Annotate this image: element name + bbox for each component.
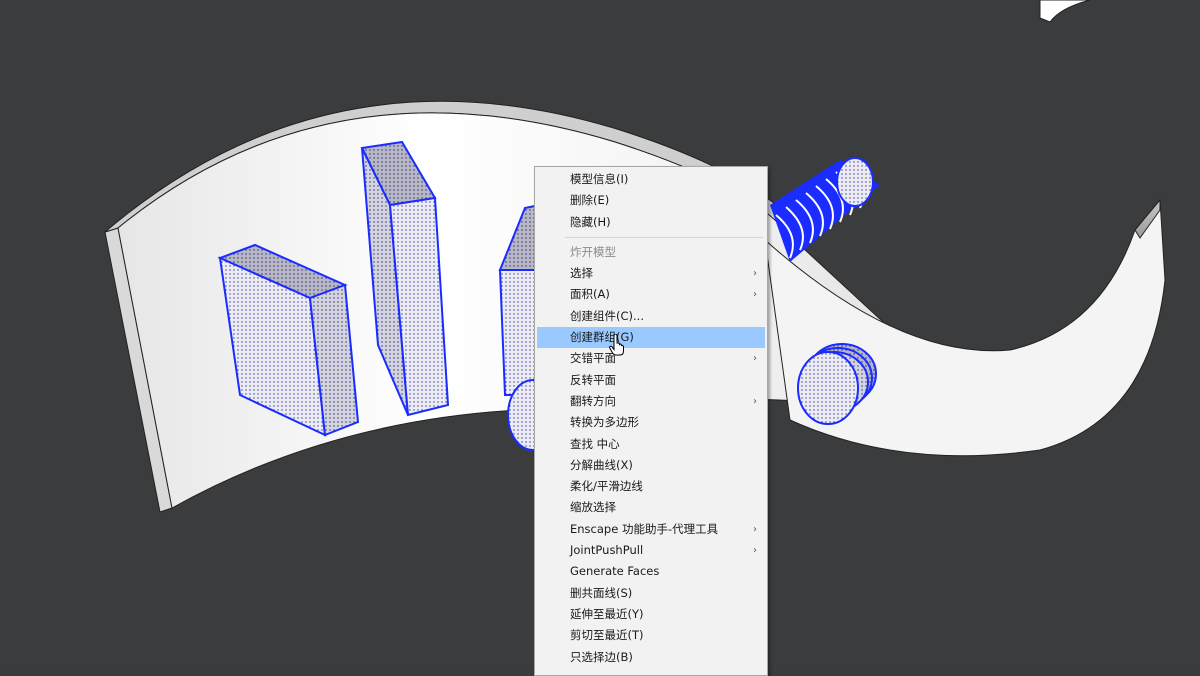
menu-separator: [565, 236, 763, 238]
menu-item-label: 删共面线(S): [570, 585, 633, 600]
menu-item-label: 反转平面: [570, 372, 616, 387]
menu-item-label: 分解曲线(X): [570, 457, 633, 472]
menu-item-label: 查找 中心: [570, 436, 620, 451]
menu-item[interactable]: 柔化/平滑边线: [537, 476, 765, 497]
menu-item-label: 转换为多边形: [570, 415, 639, 430]
menu-item[interactable]: 转换为多边形: [537, 412, 765, 433]
mouse-cursor-hand-icon: [609, 334, 624, 356]
submenu-arrow-icon: ›: [753, 545, 757, 557]
menu-item[interactable]: 反转平面: [537, 370, 765, 391]
menu-item-label: 柔化/平滑边线: [570, 479, 643, 494]
menu-item-label: 模型信息(I): [570, 172, 629, 186]
menu-item-label: 创建组件(C)...: [570, 308, 644, 323]
menu-item[interactable]: 模型信息(I): [537, 169, 765, 190]
context-menu[interactable]: 模型信息(I) 删除(E) 隐藏(H) 炸开模型选择 › 面积(A) › 创建组件(C)...…: [534, 166, 768, 676]
menu-item[interactable]: 创建组件(C)...: [537, 306, 765, 327]
menu-item[interactable]: 延伸至最近(Y): [537, 604, 765, 625]
partial-object-top-right[interactable]: [1039, 0, 1091, 23]
menu-item[interactable]: Enscape 功能助手-代理工具 ›: [537, 519, 765, 540]
menu-item-label: 延伸至最近(Y): [570, 606, 644, 621]
menu-item-label: 翻转方向: [570, 393, 616, 408]
menu-item[interactable]: 删共面线(S): [537, 583, 765, 604]
menu-item[interactable]: 交错平面 ›: [537, 348, 765, 369]
menu-item[interactable]: 隐藏(H): [537, 212, 765, 233]
submenu-arrow-icon: ›: [753, 523, 757, 535]
menu-item[interactable]: 选择 ›: [537, 263, 765, 284]
menu-item-label: 隐藏(H): [570, 214, 611, 229]
menu-item-label: Enscape 功能助手-代理工具: [570, 521, 719, 536]
menu-item-label: 面积(A): [570, 287, 610, 302]
menu-item[interactable]: 删除(E): [537, 190, 765, 211]
menu-item[interactable]: 分解曲线(X): [537, 455, 765, 476]
submenu-arrow-icon: ›: [753, 289, 757, 301]
menu-item[interactable]: JointPushPull ›: [537, 540, 765, 561]
menu-item[interactable]: 查找 中心: [537, 434, 765, 455]
menu-item-label: 剪切至最近(T): [570, 628, 644, 643]
menu-item-label: 只选择边(B): [570, 649, 633, 664]
menu-item[interactable]: 面积(A) ›: [537, 284, 765, 305]
selected-threaded-rod[interactable]: [770, 157, 880, 262]
menu-item[interactable]: 剪切至最近(T): [537, 625, 765, 646]
menu-item-label: 炸开模型: [570, 244, 616, 259]
submenu-arrow-icon: ›: [753, 395, 757, 407]
menu-item-label: 删除(E): [570, 193, 610, 208]
menu-item-label: 选择: [570, 266, 593, 281]
menu-item[interactable]: 创建群组(G): [537, 327, 765, 349]
menu-item: 炸开模型: [537, 242, 765, 263]
menu-item[interactable]: 翻转方向 ›: [537, 391, 765, 412]
menu-item-label: 缩放选择: [570, 500, 616, 515]
submenu-arrow-icon: ›: [753, 268, 757, 280]
menu-item[interactable]: Generate Faces: [537, 561, 765, 582]
menu-item[interactable]: 缩放选择: [537, 497, 765, 518]
menu-item-label: Generate Faces: [570, 564, 660, 579]
menu-item[interactable]: 只选择边(B): [537, 647, 765, 668]
submenu-arrow-icon: ›: [753, 353, 757, 365]
menu-item-label: JointPushPull: [570, 543, 644, 558]
